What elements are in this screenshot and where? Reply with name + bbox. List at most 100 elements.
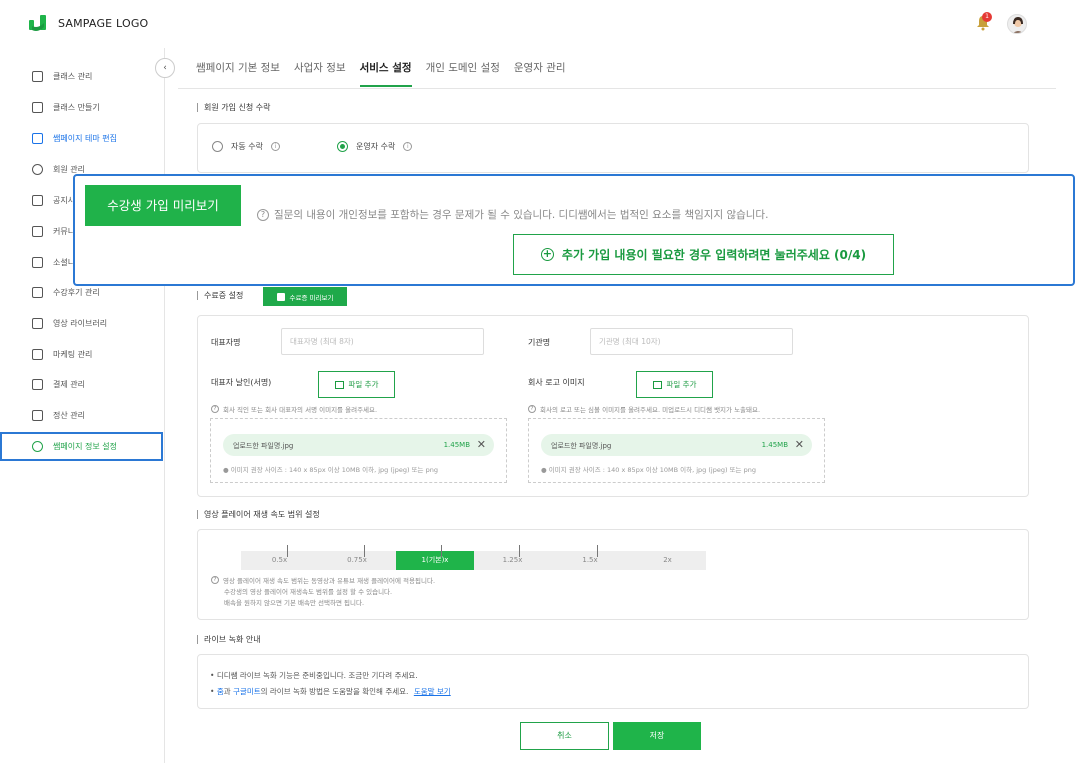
user-circle-icon xyxy=(32,163,43,175)
sidebar-item-social[interactable]: 소셜니 xyxy=(32,254,75,270)
operator-accept-label: 운영자 수락 xyxy=(356,142,396,151)
video-icon xyxy=(32,317,43,329)
sidebar-item-label: 쌤페이지 테마 편집 xyxy=(53,133,117,143)
speed-option-0.75x[interactable]: 0.75x xyxy=(318,551,396,570)
logo-text: SAMPAGE LOGO xyxy=(58,16,149,30)
radio-dot xyxy=(212,141,223,152)
live-notice-line-2: • 줌과 구글미트의 라이브 녹화 방법은 도움말을 확인해 주세요. 도움말 … xyxy=(210,687,451,696)
and-text: 과 xyxy=(223,687,231,696)
logo-mark-icon xyxy=(29,15,46,31)
speed-help-line-1: 영상 플레이어 재생 속도 범위는 동영상과 유튜브 재생 플레이어에 적용됩니… xyxy=(223,577,436,585)
tab-operator-manage[interactable]: 운영자 관리 xyxy=(514,60,566,87)
image-icon xyxy=(334,380,344,389)
close-icon[interactable]: ✕ xyxy=(477,438,486,451)
speed-range-selector[interactable]: 0.5x 0.75x 1(기본)x 1.25x 1.5x 2x xyxy=(241,551,706,570)
sidebar-item-theme-edit[interactable]: 쌤페이지 테마 편집 xyxy=(32,130,117,146)
tab-service-settings[interactable]: 서비스 설정 xyxy=(359,60,412,87)
gift-icon xyxy=(32,348,43,360)
notice-icon xyxy=(32,194,43,206)
plus-square-icon xyxy=(32,101,43,113)
sidebar-item-label: 공지사 xyxy=(53,195,76,205)
certificate-section-title: 수료증 설정 xyxy=(197,291,243,300)
operator-accept-radio[interactable]: 운영자 수락 i xyxy=(337,141,413,152)
logo-help-text: 회사의 로고 또는 심볼 이미지를 올려주세요. 미업로드시 디디쌤 뱃지가 노… xyxy=(540,406,761,414)
question-icon: ? xyxy=(257,208,269,221)
settings-tabs: 쌤페이지 기본 정보 사업자 정보 서비스 설정 개인 도메인 설정 운영자 관… xyxy=(196,60,566,87)
help-link[interactable]: 도움말 보기 xyxy=(414,687,451,696)
sidebar-collapse-button[interactable]: ‹ xyxy=(155,58,175,78)
sidebar-item-payment[interactable]: 결제 관리 xyxy=(32,376,85,392)
logo-file-add-button[interactable]: 파일 추가 xyxy=(636,371,713,398)
org-name-input[interactable]: 기관명 (최대 10자) xyxy=(590,328,793,355)
sidebar-item-label: 정산 관리 xyxy=(53,410,85,420)
sidebar-item-class-create[interactable]: 클래스 만들기 xyxy=(32,99,100,115)
seal-upload-area[interactable]: 업로드한 파일명.jpg 1.45MB ✕ ● 이미지 권장 사이즈 : 140… xyxy=(210,418,507,483)
speed-option-1.5x[interactable]: 1.5x xyxy=(551,551,629,570)
image-size-note: ● 이미지 권장 사이즈 : 140 x 85px 이상 10MB 이하, jp… xyxy=(541,466,756,474)
speed-section-title: 영상 플레이어 재생 속도 범위 설정 xyxy=(197,510,320,519)
logo-label: 회사 로고 이미지 xyxy=(528,378,585,387)
logo-upload-area[interactable]: 업로드한 파일명.jpg 1.45MB ✕ ● 이미지 권장 사이즈 : 140… xyxy=(528,418,825,483)
sidebar-item-notice[interactable]: 공지사 xyxy=(32,192,75,208)
info-icon[interactable]: i xyxy=(270,142,280,151)
uploaded-file-chip: 업로드한 파일명.jpg 1.45MB ✕ xyxy=(541,434,812,456)
seal-help: ? 회사 직인 또는 회사 대표자의 서명 이미지를 올려주세요. xyxy=(211,404,377,414)
google-meet-text: 구글미트 xyxy=(233,687,261,696)
live-notice-rest: 의 라이브 녹화 방법은 도움말을 확인해 주세요. xyxy=(260,687,409,696)
sidebar-item-label: 클래스 만들기 xyxy=(53,102,100,112)
sidebar-item-video-library[interactable]: 영상 라이브러리 xyxy=(32,315,107,331)
sidebar-selection-highlight xyxy=(0,432,163,461)
sidebar-item-community[interactable]: 커뮤니 xyxy=(32,223,75,239)
tab-divider xyxy=(178,88,1056,89)
sidebar-item-reviews[interactable]: 수강후기 관리 xyxy=(32,284,100,300)
signup-preview-button[interactable]: 수강생 가입 미리보기 xyxy=(85,185,241,226)
add-signup-field-button[interactable]: + 추가 가입 내용이 필요한 경우 입력하려면 눌러주세요 (0/4) xyxy=(513,234,894,275)
sidebar-item-settlement[interactable]: 정산 관리 xyxy=(32,407,85,423)
chart-icon xyxy=(32,409,43,421)
speed-option-2x[interactable]: 2x xyxy=(629,551,706,570)
file-name: 업로드한 파일명.jpg xyxy=(233,442,294,450)
question-icon: ? xyxy=(211,405,219,413)
cancel-button[interactable]: 취소 xyxy=(520,722,609,750)
sidebar-item-marketing[interactable]: 마케팅 관리 xyxy=(32,346,92,362)
top-bar: SAMPAGE LOGO 1 xyxy=(0,0,1078,48)
graduation-cap-icon xyxy=(32,70,43,82)
auto-accept-radio[interactable]: 자동 수락 i xyxy=(212,141,280,152)
rep-name-input[interactable]: 대표자명 (최대 8자) xyxy=(281,328,484,355)
live-box xyxy=(197,654,1029,709)
file-add-label: 파일 추가 xyxy=(666,380,697,389)
logo[interactable]: SAMPAGE LOGO xyxy=(28,13,148,33)
seal-file-add-button[interactable]: 파일 추가 xyxy=(318,371,395,398)
speed-tick-mark xyxy=(519,545,520,557)
tab-business-info[interactable]: 사업자 정보 xyxy=(294,60,346,87)
sidebar-item-label: 회원 관리 xyxy=(53,164,85,174)
logo-help: ? 회사의 로고 또는 심볼 이미지를 올려주세요. 미업로드시 디디쌤 뱃지가… xyxy=(528,404,760,414)
sidebar-item-label: 소셜니 xyxy=(53,257,76,267)
live-notice-text: 디디쌤 라이브 녹화 기능은 준비중입니다. 조금만 기다려 주세요. xyxy=(216,671,418,680)
notification-badge: 1 xyxy=(982,12,992,22)
privacy-warning-text: 질문의 내용이 개인정보를 포함하는 경우 문제가 될 수 있습니다. 디디쌤에… xyxy=(274,209,769,221)
rep-name-label: 대표자명 xyxy=(211,338,241,347)
sidebar-item-class-manage[interactable]: 클래스 관리 xyxy=(32,68,92,84)
speed-tick-mark xyxy=(597,545,598,557)
speed-tick-mark xyxy=(287,545,288,557)
image-size-note: ● 이미지 권장 사이즈 : 140 x 85px 이상 10MB 이하, jp… xyxy=(223,466,438,474)
seal-label: 대표자 날인(서명) xyxy=(211,378,272,387)
certificate-preview-label: 수료증 미리보기 xyxy=(289,293,334,302)
avatar-image-icon xyxy=(1013,17,1023,33)
speed-option-1x[interactable]: 1(기본)x xyxy=(396,551,474,570)
add-signup-field-label: 추가 가입 내용이 필요한 경우 입력하려면 눌러주세요 (0/4) xyxy=(561,248,867,262)
speed-option-1.25x[interactable]: 1.25x xyxy=(474,551,551,570)
save-button[interactable]: 저장 xyxy=(613,722,701,750)
certificate-preview-button[interactable]: 수료증 미리보기 xyxy=(263,287,347,306)
question-icon: ? xyxy=(211,576,219,584)
speed-option-0.5x[interactable]: 0.5x xyxy=(241,551,318,570)
tab-basic-info[interactable]: 쌤페이지 기본 정보 xyxy=(196,60,280,87)
speed-tick-mark xyxy=(441,545,442,557)
sidebar-item-label: 결제 관리 xyxy=(53,379,85,389)
info-icon[interactable]: i xyxy=(403,142,413,151)
close-icon[interactable]: ✕ xyxy=(795,438,804,451)
tab-domain-settings[interactable]: 개인 도메인 설정 xyxy=(426,60,500,87)
file-size: 1.45MB xyxy=(443,441,470,449)
avatar[interactable] xyxy=(1007,14,1027,34)
